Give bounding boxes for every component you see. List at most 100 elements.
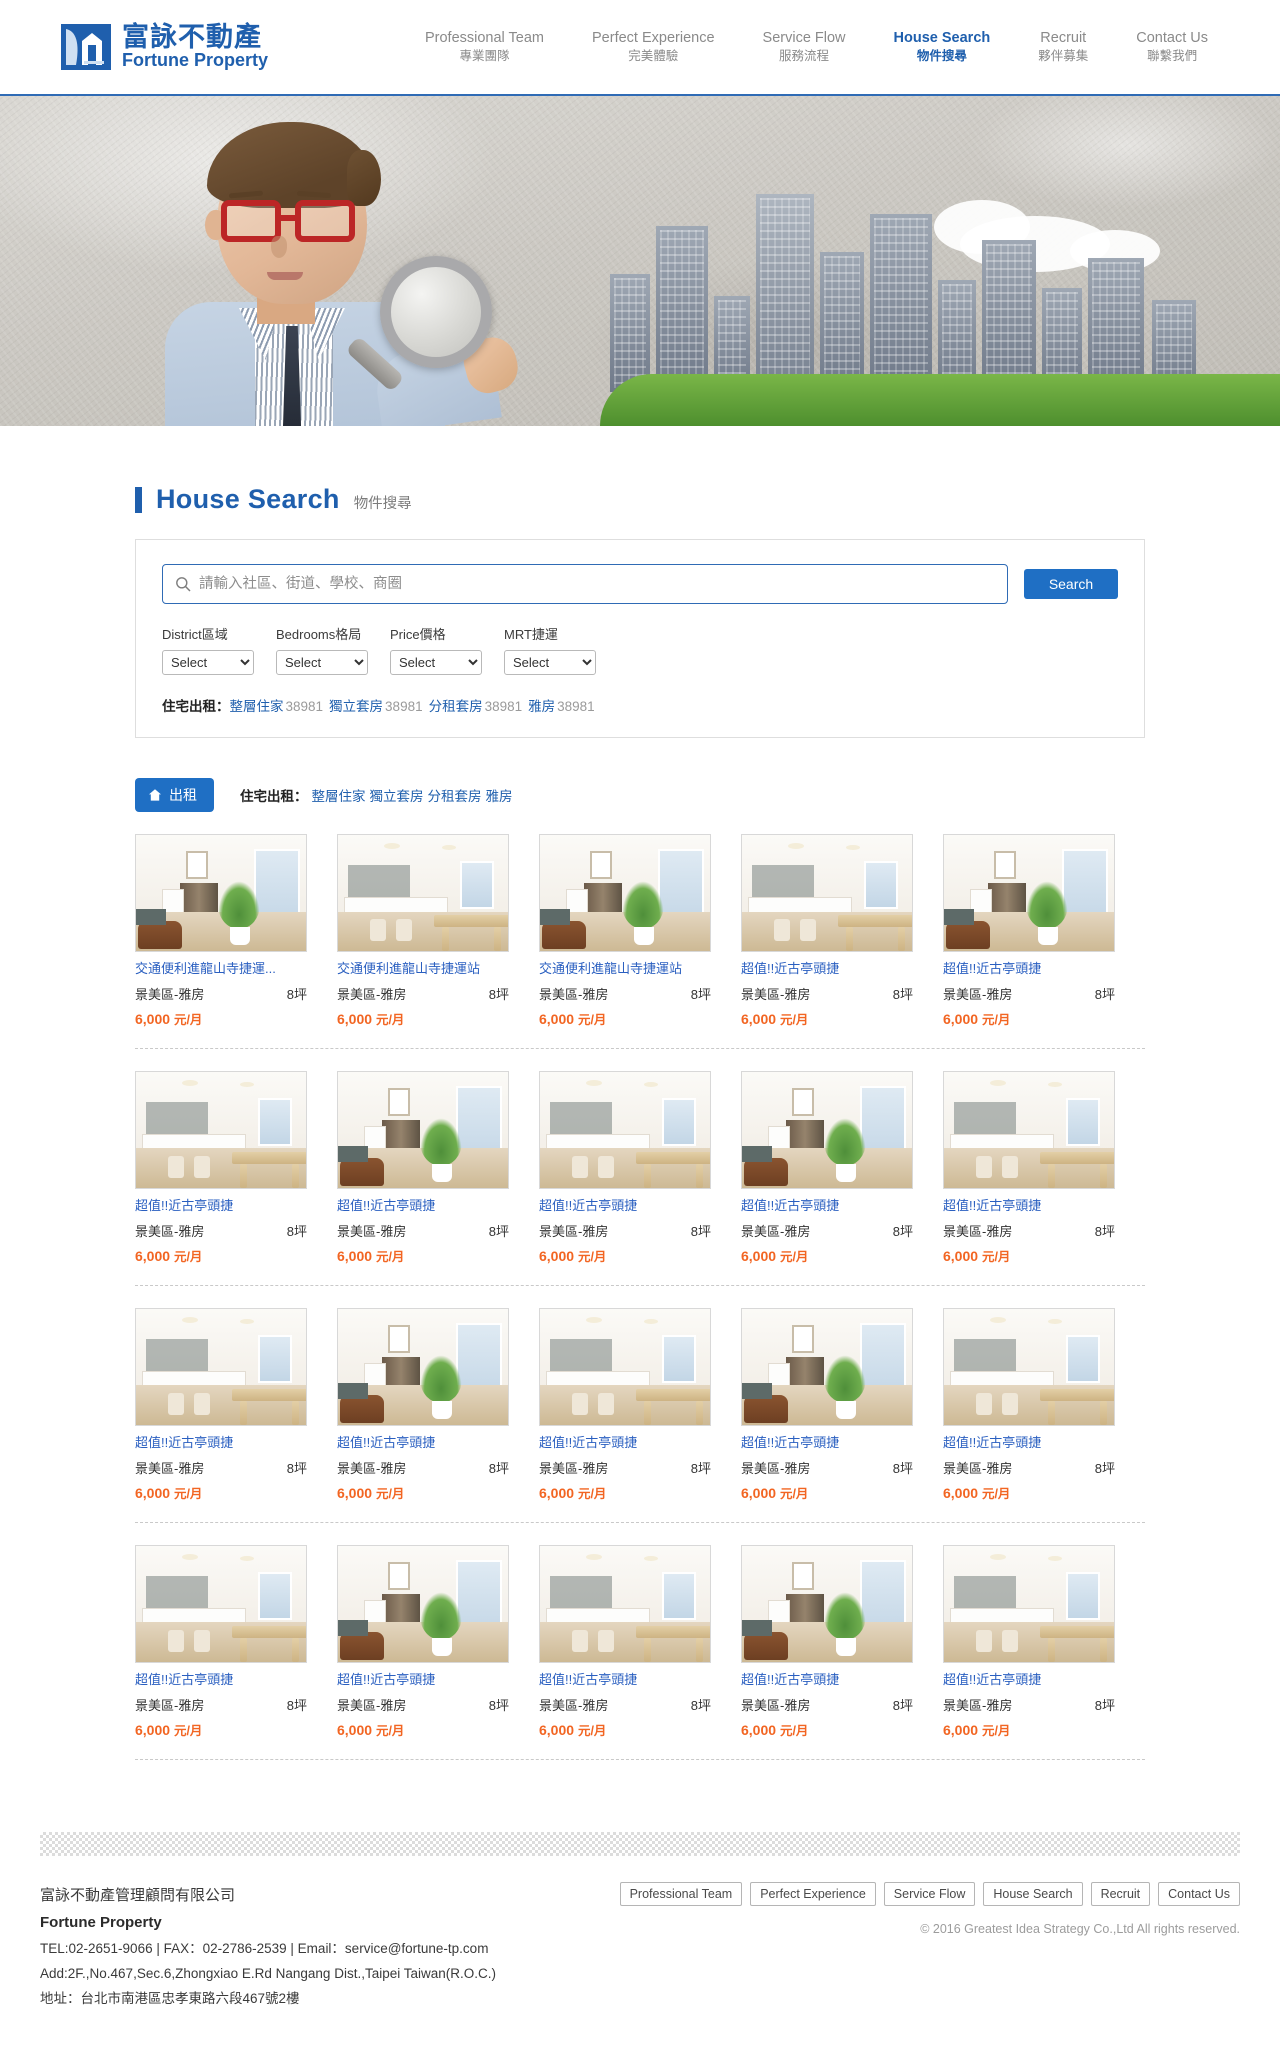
nav-item-recruit[interactable]: Recruit 夥伴募集 [1014, 29, 1112, 65]
category-link-single-room[interactable]: 雅房 [528, 699, 555, 714]
price-select[interactable]: Select [390, 650, 482, 675]
listing-thumbnail[interactable] [539, 1070, 711, 1189]
thumb-bed [338, 1145, 368, 1162]
footer-nav-service-flow[interactable]: Service Flow [883, 1881, 976, 1906]
listing-title[interactable]: 超值!!近古亭頭捷 [337, 1435, 509, 1452]
listing-card[interactable]: 超值!!近古亭頭捷 景美區-雅房 8坪 6,000 元/月 [741, 1070, 943, 1265]
listing-card[interactable]: 超值!!近古亭頭捷 景美區-雅房 8坪 6,000 元/月 [539, 1070, 741, 1265]
listing-thumbnail[interactable] [337, 1307, 509, 1426]
listing-card[interactable]: 超值!!近古亭頭捷 景美區-雅房 8坪 6,000 元/月 [337, 1544, 539, 1739]
thumb-plant-foliage [622, 881, 664, 929]
listing-card[interactable]: 超值!!近古亭頭捷 景美區-雅房 8坪 6,000 元/月 [337, 1307, 539, 1502]
footer-nav-contact-us[interactable]: Contact Us [1158, 1881, 1240, 1906]
listing-thumbnail[interactable] [741, 1070, 913, 1189]
listing-thumbnail[interactable] [135, 834, 307, 952]
nav-item-perfect-experience[interactable]: Perfect Experience 完美體驗 [568, 29, 739, 65]
footer-nav-professional-team[interactable]: Professional Team [619, 1881, 743, 1906]
footer-nav-perfect-experience[interactable]: Perfect Experience [750, 1881, 876, 1906]
nav-item-contact-us[interactable]: Contact Us 聯繫我們 [1112, 29, 1232, 65]
search-button[interactable]: Search [1024, 569, 1118, 599]
nav-item-service-flow[interactable]: Service Flow 服務流程 [739, 29, 870, 65]
listing-card[interactable]: 超值!!近古亭頭捷 景美區-雅房 8坪 6,000 元/月 [741, 1544, 943, 1739]
listing-card[interactable]: 超值!!近古亭頭捷 景美區-雅房 8坪 6,000 元/月 [337, 1070, 539, 1265]
listing-thumbnail[interactable] [337, 834, 509, 952]
search-input-wrapper[interactable] [162, 564, 1008, 604]
listing-title[interactable]: 超值!!近古亭頭捷 [943, 1435, 1115, 1452]
listing-card[interactable]: 超值!!近古亭頭捷 景美區-雅房 8坪 6,000 元/月 [135, 1070, 337, 1265]
listing-card[interactable]: 超值!!近古亭頭捷 景美區-雅房 8坪 6,000 元/月 [943, 1307, 1145, 1502]
hero-building [1088, 258, 1144, 392]
search-panel: Search District區域 Select Bedrooms格局 Sele… [135, 539, 1145, 738]
listing-title[interactable]: 超值!!近古亭頭捷 [741, 1198, 913, 1215]
listing-thumbnail[interactable] [135, 1307, 307, 1426]
sub-category-link-shared-suite[interactable]: 分租套房 [428, 789, 482, 804]
listing-card[interactable]: 超值!!近古亭頭捷 景美區-雅房 8坪 6,000 元/月 [539, 1307, 741, 1502]
listing-title[interactable]: 交通便利進龍山寺捷運站 [539, 961, 711, 978]
nav-item-house-search[interactable]: House Search 物件搜尋 [870, 29, 1015, 65]
listing-card[interactable]: 交通便利進龍山寺捷運站 景美區-雅房 8坪 6,000 元/月 [539, 834, 741, 1028]
listing-title[interactable]: 超值!!近古亭頭捷 [539, 1435, 711, 1452]
listing-title[interactable]: 超值!!近古亭頭捷 [135, 1435, 307, 1452]
listing-title[interactable]: 超值!!近古亭頭捷 [741, 1435, 913, 1452]
listing-title[interactable]: 超值!!近古亭頭捷 [741, 1672, 913, 1689]
listing-title[interactable]: 超值!!近古亭頭捷 [943, 1672, 1115, 1689]
listing-thumbnail[interactable] [337, 1544, 509, 1663]
category-link-whole-floor[interactable]: 整層住家 [230, 699, 284, 714]
mrt-select[interactable]: Select [504, 650, 596, 675]
listing-thumbnail[interactable] [741, 1544, 913, 1663]
listing-title[interactable]: 超值!!近古亭頭捷 [943, 961, 1115, 978]
listing-thumbnail[interactable] [943, 1307, 1115, 1426]
listing-title[interactable]: 超值!!近古亭頭捷 [135, 1198, 307, 1215]
listing-thumbnail[interactable] [741, 1307, 913, 1426]
category-link-shared-suite[interactable]: 分租套房 [429, 699, 483, 714]
listing-thumbnail[interactable] [539, 1307, 711, 1426]
listing-title[interactable]: 超值!!近古亭頭捷 [135, 1672, 307, 1689]
listing-thumbnail[interactable] [135, 1544, 307, 1663]
bedrooms-select[interactable]: Select [276, 650, 368, 675]
listing-thumbnail[interactable] [135, 1070, 307, 1189]
thumb-table-leg [846, 927, 853, 951]
listing-title[interactable]: 超值!!近古亭頭捷 [337, 1672, 509, 1689]
listing-title[interactable]: 超值!!近古亭頭捷 [741, 961, 913, 978]
category-count: 38981 [484, 699, 523, 714]
sub-category-link-single-room[interactable]: 雅房 [486, 789, 513, 804]
listing-thumbnail[interactable] [943, 1544, 1115, 1663]
listing-title[interactable]: 交通便利進龍山寺捷運站 [337, 961, 509, 978]
listing-title[interactable]: 交通便利進龍山寺捷運... [135, 961, 307, 978]
tab-rent[interactable]: 出租 [135, 778, 214, 812]
listing-thumbnail[interactable] [943, 1070, 1115, 1189]
listing-card[interactable]: 超值!!近古亭頭捷 景美區-雅房 8坪 6,000 元/月 [135, 1544, 337, 1739]
listing-thumbnail[interactable] [337, 1070, 509, 1189]
listing-title[interactable]: 超值!!近古亭頭捷 [539, 1672, 711, 1689]
listing-thumbnail[interactable] [741, 834, 913, 952]
thumb-room-closet [944, 835, 1114, 951]
listing-card[interactable]: 超值!!近古亭頭捷 景美區-雅房 8坪 6,000 元/月 [135, 1307, 337, 1502]
listing-card[interactable]: 交通便利進龍山寺捷運... 景美區-雅房 8坪 6,000 元/月 [135, 834, 337, 1028]
sub-category-link-studio[interactable]: 獨立套房 [370, 789, 424, 804]
site-logo[interactable]: 富詠不動產 Fortune Property [60, 21, 268, 73]
listing-title[interactable]: 超值!!近古亭頭捷 [539, 1198, 711, 1215]
nav-item-professional-team[interactable]: Professional Team 專業團隊 [401, 29, 568, 65]
listing-card[interactable]: 超值!!近古亭頭捷 景美區-雅房 8坪 6,000 元/月 [741, 1307, 943, 1502]
search-input[interactable] [199, 565, 995, 603]
footer-nav-recruit[interactable]: Recruit [1090, 1881, 1151, 1906]
category-link-studio[interactable]: 獨立套房 [329, 699, 383, 714]
listing-thumbnail[interactable] [943, 834, 1115, 952]
listing-card[interactable]: 超值!!近古亭頭捷 景美區-雅房 8坪 6,000 元/月 [943, 1070, 1145, 1265]
district-select[interactable]: Select [162, 650, 254, 675]
thumb-stool [976, 1629, 992, 1652]
listing-size: 8坪 [690, 1697, 711, 1713]
listing-card[interactable]: 交通便利進龍山寺捷運站 景美區-雅房 8坪 6,000 元/月 [337, 834, 539, 1028]
thumb-ceiling-light [1048, 1081, 1062, 1087]
footer-nav-house-search[interactable]: House Search [983, 1881, 1083, 1906]
listing-card[interactable]: 超值!!近古亭頭捷 景美區-雅房 8坪 6,000 元/月 [539, 1544, 741, 1739]
listing-thumbnail[interactable] [539, 1544, 711, 1663]
listing-title[interactable]: 超值!!近古亭頭捷 [337, 1198, 509, 1215]
listing-card[interactable]: 超值!!近古亭頭捷 景美區-雅房 8坪 6,000 元/月 [943, 834, 1145, 1028]
sub-category-link-whole-floor[interactable]: 整層住家 [312, 789, 366, 804]
listing-size: 8坪 [488, 1460, 509, 1476]
listing-thumbnail[interactable] [539, 834, 711, 952]
listing-card[interactable]: 超值!!近古亭頭捷 景美區-雅房 8坪 6,000 元/月 [741, 834, 943, 1028]
listing-title[interactable]: 超值!!近古亭頭捷 [943, 1198, 1115, 1215]
listing-card[interactable]: 超值!!近古亭頭捷 景美區-雅房 8坪 6,000 元/月 [943, 1544, 1145, 1739]
